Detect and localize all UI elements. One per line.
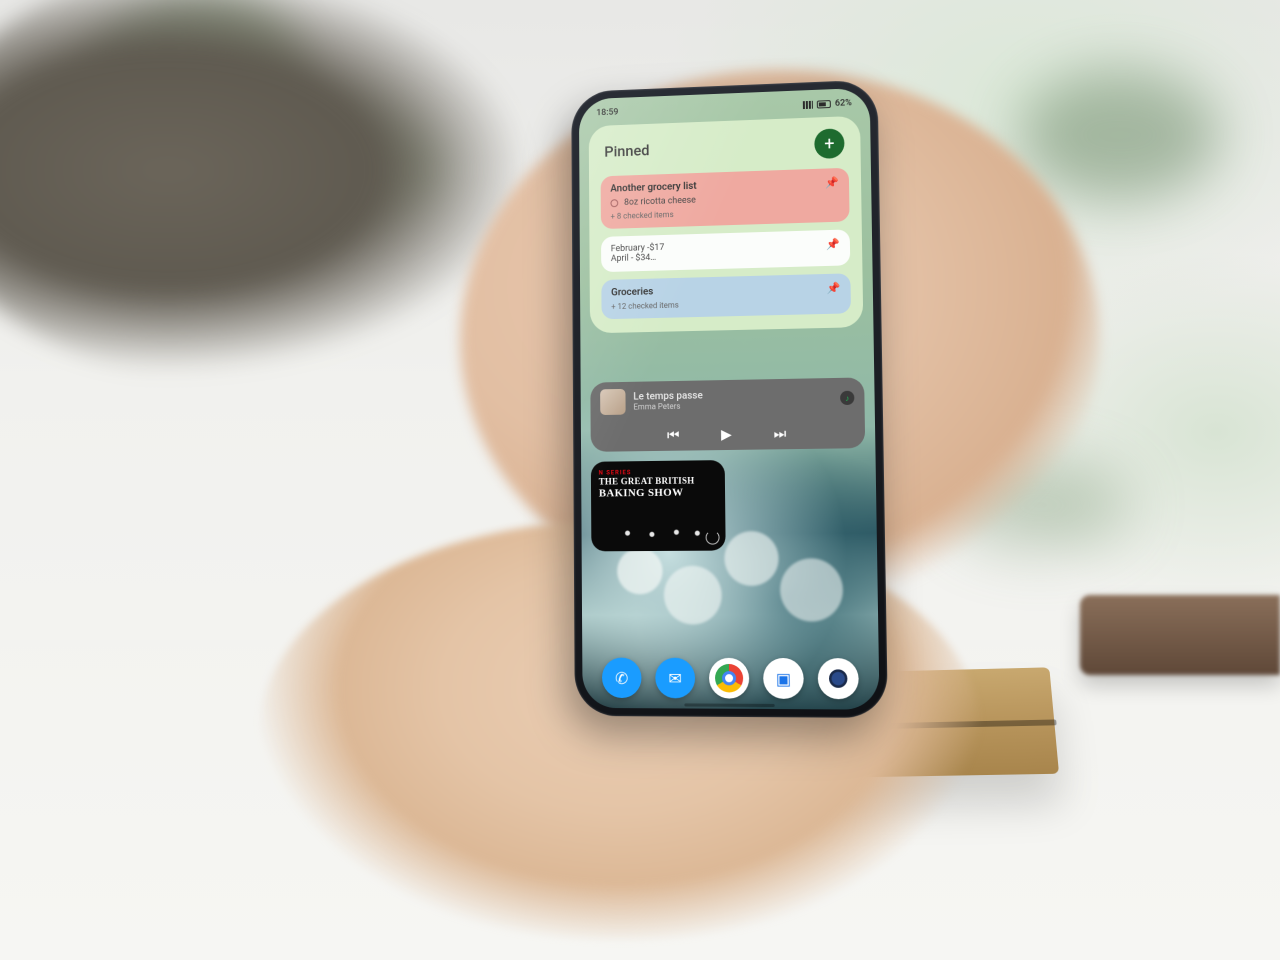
pin-icon: 📌 [825, 176, 839, 189]
note-card-groceries[interactable]: 📌 Groceries + 12 checked items [601, 273, 851, 319]
phone-app-icon[interactable]: ✆ [602, 658, 642, 699]
home-screen[interactable]: 18:59 62% Pinned + 📌 Another grocery lis… [579, 88, 880, 710]
checkbox-icon [610, 199, 618, 207]
add-note-button[interactable]: + [814, 128, 844, 159]
note-card-grocery[interactable]: 📌 Another grocery list 8oz ricotta chees… [601, 168, 850, 229]
spotify-icon[interactable]: ♪ [840, 391, 854, 405]
note-item: 8oz ricotta cheese [624, 196, 696, 208]
app-dock: ✆ ✉ ▣ [582, 658, 879, 700]
note-subtext: + 12 checked items [611, 297, 841, 312]
nav-pill[interactable] [684, 703, 774, 707]
pinned-title: Pinned [604, 141, 649, 160]
phone: 18:59 62% Pinned + 📌 Another grocery lis… [571, 79, 888, 718]
signal-icon [803, 101, 813, 109]
duo-app-icon[interactable]: ▣ [763, 658, 804, 699]
prev-track-button[interactable]: ⏮ [667, 428, 680, 444]
pin-icon: 📌 [826, 238, 840, 251]
battery-icon [817, 100, 831, 108]
pin-icon: 📌 [827, 282, 841, 295]
note-title: Groceries [611, 282, 841, 299]
note-subtext: + 8 checked items [611, 205, 840, 221]
messages-app-icon[interactable]: ✉ [655, 658, 695, 699]
pinned-widget[interactable]: Pinned + 📌 Another grocery list 8oz rico… [589, 116, 864, 334]
status-time: 18:59 [596, 108, 618, 119]
play-button[interactable]: ▶ [721, 427, 732, 443]
show-title-line2: BAKING SHOW [599, 486, 717, 499]
battery-pct: 62% [835, 98, 852, 109]
note-card-budget[interactable]: 📌 February -$17 April - $34… [601, 229, 850, 272]
chrome-app-icon[interactable] [709, 658, 750, 699]
next-track-button[interactable]: ⏭ [774, 426, 787, 442]
netflix-widget[interactable]: N SERIES THE GREAT BRITISH BAKING SHOW [591, 460, 726, 551]
album-art [600, 389, 626, 415]
refresh-icon[interactable] [706, 530, 720, 544]
show-art [597, 518, 720, 547]
music-widget[interactable]: Le temps passe Emma Peters ♪ ⏮ ▶ ⏭ [590, 377, 865, 451]
camera-app-icon[interactable] [818, 658, 859, 699]
